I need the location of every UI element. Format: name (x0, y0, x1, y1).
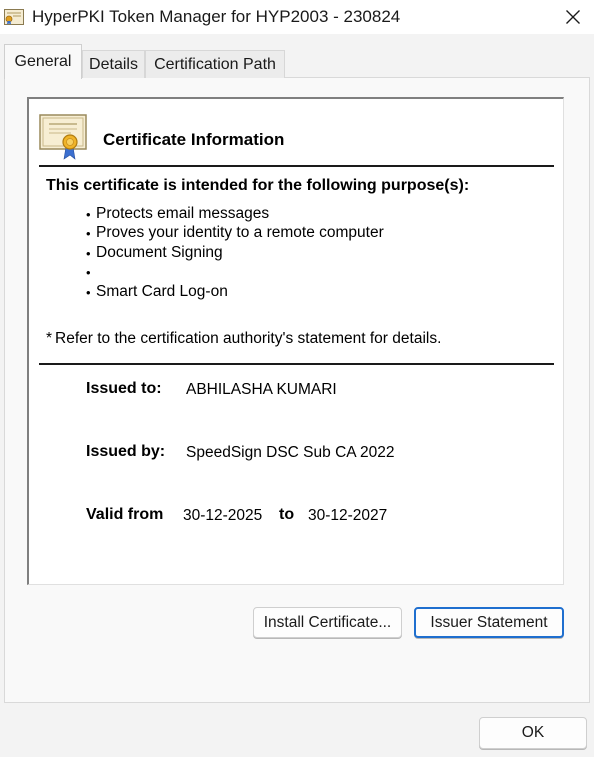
bullet: • (86, 206, 91, 222)
purpose-item: • Smart Card Log-on (86, 283, 228, 300)
tab-details[interactable]: Details (82, 50, 145, 78)
certificate-ribbon-icon (39, 114, 87, 160)
close-button[interactable] (556, 4, 590, 30)
purpose-item: • Proves your identity to a remote comput… (86, 224, 384, 241)
title-bar: HyperPKI Token Manager for HYP2003 - 230… (0, 0, 594, 34)
valid-from-label: Valid from (86, 506, 164, 523)
valid-from-value: 30-12-2025 (183, 507, 263, 524)
issued-by-value: SpeedSign DSC Sub CA 2022 (186, 444, 395, 461)
tab-general[interactable]: General (4, 44, 82, 79)
bullet: • (86, 284, 91, 300)
bullet: • (86, 264, 91, 280)
issued-to-value: ABHILASHA KUMARI (186, 381, 337, 398)
purpose-heading: This certificate is intended for the fol… (46, 177, 470, 194)
divider (39, 363, 554, 365)
purpose-item: • (86, 262, 96, 282)
valid-to-value: 30-12-2027 (308, 507, 388, 524)
bullet: • (86, 225, 91, 241)
ok-button[interactable]: OK (479, 717, 587, 749)
bullet: • (86, 245, 91, 261)
issuer-statement-button[interactable]: Issuer Statement (414, 607, 564, 638)
tab-strip: General Details Certification Path (0, 44, 594, 79)
note-marker: * (46, 330, 53, 347)
valid-to-label: to (279, 506, 295, 523)
issued-by-label: Issued by: (86, 443, 166, 460)
divider (39, 165, 554, 167)
install-certificate-button[interactable]: Install Certificate... (253, 607, 402, 638)
issued-to-label: Issued to: (86, 380, 162, 397)
tab-certification-path[interactable]: Certification Path (145, 50, 285, 78)
window-title: HyperPKI Token Manager for HYP2003 - 230… (32, 7, 401, 26)
close-icon (566, 10, 580, 24)
ca-statement-note: * Refer to the certification authority's … (46, 330, 442, 347)
certificate-information-heading: Certificate Information (103, 130, 285, 149)
purpose-item: • Document Signing (86, 244, 223, 261)
purpose-item: • Protects email messages (86, 205, 270, 222)
certificate-icon (4, 9, 24, 25)
